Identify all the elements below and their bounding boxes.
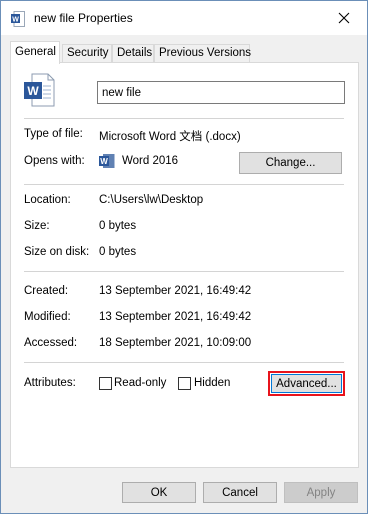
tab-details[interactable]: Details [112,44,154,63]
accessed-label: Accessed: [24,337,78,349]
modified-label: Modified: [24,311,71,323]
advanced-button[interactable]: Advanced... [268,371,345,396]
close-button[interactable] [321,1,367,35]
general-panel: W Type of file: Microsoft Word 文档 (.docx… [10,62,359,468]
divider [24,271,344,272]
size-label: Size: [24,220,50,232]
title-bar[interactable]: W new file Properties [1,1,367,35]
location-value: C:\Users\lw\Desktop [99,194,204,206]
word-document-large-icon: W [24,73,55,107]
size-value: 0 bytes [99,220,137,232]
svg-text:W: W [27,84,39,98]
created-label: Created: [24,285,69,297]
tab-previous-versions[interactable]: Previous Versions [154,44,251,63]
cancel-button[interactable]: Cancel [203,482,277,503]
location-label: Location: [24,194,71,206]
read-only-checkbox[interactable] [99,377,112,390]
svg-text:W: W [100,157,108,166]
divider [24,184,344,185]
opens-with-label: Opens with: [24,155,85,167]
accessed-value: 18 September 2021, 10:09:00 [99,337,252,349]
attributes-label: Attributes: [24,377,76,389]
opens-with-app: Word 2016 [122,155,179,167]
file-name-input[interactable] [97,81,345,104]
tab-security[interactable]: Security [62,44,112,63]
divider [24,118,344,119]
ok-button[interactable]: OK [122,482,196,503]
hidden-label[interactable]: Hidden [194,377,230,389]
word-document-icon: W [11,11,25,27]
window-title: new file Properties [34,11,133,25]
properties-dialog: W new file Properties General Security D… [0,0,368,514]
svg-text:W: W [12,16,19,23]
size-on-disk-value: 0 bytes [99,246,137,258]
change-button[interactable]: Change... [239,152,342,174]
divider [24,362,344,363]
type-of-file-value: Microsoft Word 文档 (.docx) [99,131,241,143]
apply-button[interactable]: Apply [284,482,358,503]
modified-value: 13 September 2021, 16:49:42 [99,311,252,323]
read-only-label[interactable]: Read-only [114,377,166,389]
type-of-file-label: Type of file: [24,128,83,140]
size-on-disk-label: Size on disk: [24,246,90,258]
created-value: 13 September 2021, 16:49:42 [99,285,252,297]
hidden-checkbox[interactable] [178,377,191,390]
word-app-icon: W [99,154,115,168]
close-icon [338,12,350,24]
tab-general[interactable]: General [10,41,60,64]
